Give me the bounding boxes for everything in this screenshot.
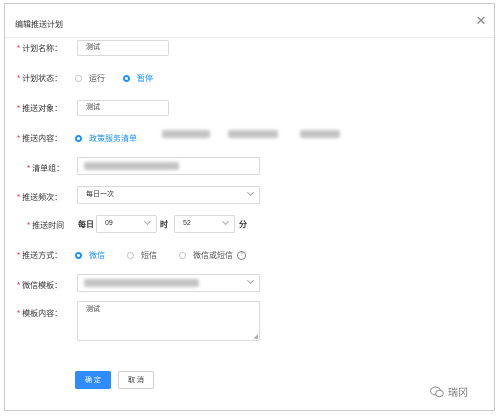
plan-status-row: * 计划状态： bbox=[17, 73, 62, 84]
required-mark: * bbox=[17, 74, 21, 83]
status-radio-paused[interactable]: 暂停 bbox=[123, 73, 153, 84]
hour-value: 09 bbox=[105, 220, 113, 227]
required-mark: * bbox=[17, 104, 21, 113]
time-label: 推送时间 bbox=[32, 221, 65, 230]
time-row: * 推送时间 bbox=[27, 220, 64, 231]
redacted-option bbox=[162, 130, 210, 138]
title-divider bbox=[5, 37, 494, 38]
cancel-button[interactable]: 取 消 bbox=[118, 371, 154, 389]
required-mark: * bbox=[27, 221, 31, 230]
plan-status-radio-group: 运行 暂停 bbox=[75, 73, 153, 84]
watermark-text: 瑞冈 bbox=[448, 388, 468, 399]
method-wechat-label: 微信 bbox=[89, 251, 105, 260]
required-mark: * bbox=[17, 134, 21, 143]
wechat-template-row: * 微信模板： bbox=[17, 280, 62, 291]
wechat-template-select[interactable] bbox=[77, 274, 260, 292]
content-radio-group: 政策服务清单 bbox=[75, 133, 137, 144]
method-radio-group: 微信 短信 微信或短信 ? bbox=[75, 250, 246, 261]
content-row: * 推送内容： bbox=[17, 133, 62, 144]
radio-circle bbox=[75, 252, 82, 259]
chevron-down-icon bbox=[246, 188, 255, 197]
target-row: * 推送对象： bbox=[17, 103, 62, 114]
template-content-label: 模板内容： bbox=[22, 309, 63, 318]
close-icon[interactable]: ✕ bbox=[475, 14, 487, 27]
status-paused-label: 暂停 bbox=[137, 74, 153, 83]
list-group-label: 清单组： bbox=[32, 164, 65, 173]
template-content-row: * 模板内容： bbox=[17, 308, 62, 319]
radio-circle bbox=[123, 75, 130, 82]
dialog-title: 编辑推送计划 bbox=[15, 20, 63, 29]
method-radio-wechat-or-sms[interactable]: 微信或短信 bbox=[179, 250, 233, 261]
radio-circle bbox=[179, 252, 186, 259]
wechat-logo-icon bbox=[430, 386, 444, 397]
content-label: 推送内容： bbox=[22, 134, 63, 143]
required-mark: * bbox=[17, 309, 21, 318]
required-mark: * bbox=[17, 193, 21, 202]
plan-name-row: * 计划名称： bbox=[17, 43, 62, 54]
chevron-down-icon bbox=[221, 217, 230, 226]
minute-select[interactable]: 52 bbox=[174, 215, 235, 233]
hour-unit: 时 bbox=[160, 220, 168, 229]
help-icon[interactable]: ? bbox=[237, 251, 246, 260]
list-group-input[interactable] bbox=[77, 157, 260, 175]
radio-circle bbox=[75, 135, 82, 142]
required-mark: * bbox=[17, 44, 21, 53]
plan-name-label: 计划名称： bbox=[22, 44, 63, 53]
minute-unit: 分 bbox=[239, 220, 247, 229]
frequency-row: * 推送频次： bbox=[17, 192, 62, 203]
wechat-template-label: 微信模板： bbox=[22, 281, 63, 290]
confirm-button[interactable]: 确 定 bbox=[75, 371, 111, 389]
method-sms-label: 短信 bbox=[141, 251, 157, 260]
minute-value: 52 bbox=[183, 220, 191, 227]
chevron-down-icon bbox=[143, 217, 152, 226]
method-radio-sms[interactable]: 短信 bbox=[127, 250, 157, 261]
status-running-label: 运行 bbox=[89, 74, 105, 83]
required-mark: * bbox=[17, 251, 21, 260]
hour-select[interactable]: 09 bbox=[96, 215, 157, 233]
template-content-textarea[interactable]: 测试 ◢ bbox=[77, 301, 260, 341]
method-row: * 推送方式： bbox=[17, 250, 62, 261]
method-label: 推送方式： bbox=[22, 251, 63, 260]
time-prefix: 每日 bbox=[78, 220, 94, 229]
resize-handle-icon[interactable]: ◢ bbox=[253, 334, 258, 340]
redacted-option bbox=[228, 130, 278, 138]
chevron-down-icon bbox=[246, 276, 255, 285]
content-radio-policy-list[interactable]: 政策服务清单 bbox=[75, 133, 137, 144]
plan-name-input[interactable]: 测试 bbox=[77, 40, 169, 56]
status-radio-running[interactable]: 运行 bbox=[75, 73, 105, 84]
redacted-value bbox=[84, 162, 179, 170]
required-mark: * bbox=[17, 281, 21, 290]
content-option-label: 政策服务清单 bbox=[89, 134, 137, 143]
redacted-value bbox=[84, 279, 199, 287]
target-label: 推送对象： bbox=[22, 104, 63, 113]
list-group-row: * 清单组： bbox=[27, 163, 64, 174]
method-radio-wechat[interactable]: 微信 bbox=[75, 250, 105, 261]
plan-status-label: 计划状态： bbox=[22, 74, 63, 83]
frequency-value: 每日一次 bbox=[86, 191, 114, 198]
target-input[interactable]: 测试 bbox=[77, 100, 169, 116]
radio-circle bbox=[75, 75, 82, 82]
redacted-option bbox=[300, 130, 340, 138]
watermark: 瑞冈 bbox=[430, 384, 468, 399]
edit-push-plan-dialog: 编辑推送计划 ✕ bbox=[4, 3, 495, 411]
frequency-select[interactable]: 每日一次 bbox=[77, 186, 260, 204]
required-mark: * bbox=[27, 164, 31, 173]
method-wechat-or-sms-label: 微信或短信 bbox=[193, 251, 233, 260]
frequency-label: 推送频次： bbox=[22, 193, 63, 202]
radio-circle bbox=[127, 252, 134, 259]
template-content-value: 测试 bbox=[86, 306, 100, 313]
